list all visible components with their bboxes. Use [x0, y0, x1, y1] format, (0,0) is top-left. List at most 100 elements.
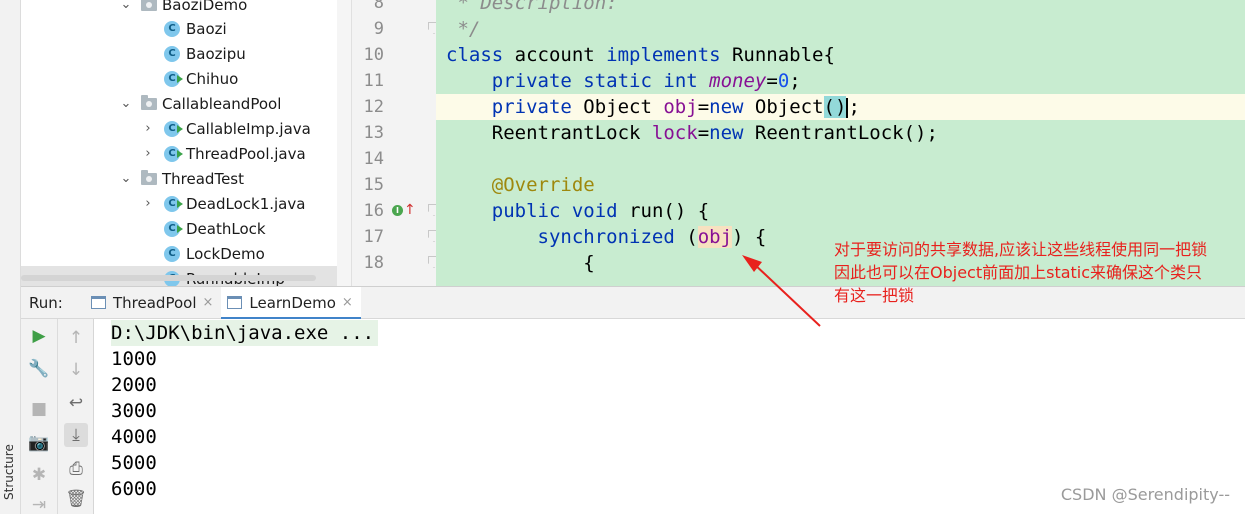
- run-tab-threadpool[interactable]: ThreadPool ×: [85, 287, 221, 319]
- line-number: 16: [363, 201, 384, 221]
- project-tree: ⌄ BaoziDemo C Baozi C Baozipu C Chihuo ⌄…: [21, 0, 351, 286]
- runnable-class-icon: C: [164, 70, 183, 87]
- line-number: 8: [373, 0, 384, 13]
- line-number: 15: [363, 175, 384, 195]
- annotation-line: 因此也可以在Object前面加上static来确保这个类只: [834, 263, 1203, 282]
- package-folder-icon: [141, 0, 157, 11]
- line-number: 18: [363, 253, 384, 273]
- line-number: 12: [363, 97, 384, 117]
- chevron-right-icon[interactable]: ›: [141, 146, 155, 161]
- chevron-down-icon[interactable]: ⌄: [119, 171, 133, 186]
- package-folder-icon: [141, 169, 157, 185]
- tree-item-label: ThreadTest: [162, 169, 244, 188]
- chevron-right-icon[interactable]: ›: [141, 196, 155, 211]
- matched-paren-highlight: (): [823, 96, 847, 118]
- code-line-11: private static int money=0;: [491, 70, 801, 92]
- tree-item-label: CallableImp.java: [186, 119, 311, 138]
- console-command-line: D:\JDK\bin\java.exe ...: [111, 320, 379, 346]
- tree-folder-callableandpool[interactable]: ⌄ CallableandPool: [21, 91, 351, 116]
- go-to-super-arrow-icon: ↑: [404, 202, 416, 218]
- close-icon[interactable]: ×: [202, 295, 213, 310]
- runnable-class-icon: C: [164, 145, 183, 162]
- watermark-text: CSDN @Serendipity--: [1060, 485, 1230, 504]
- tree-item-deathlock[interactable]: C DeathLock: [21, 216, 351, 241]
- annotation-line: 有这一把锁: [834, 286, 915, 305]
- chevron-right-icon[interactable]: ›: [141, 121, 155, 136]
- code-line-15: @Override: [491, 174, 595, 196]
- code-line-9: */: [446, 18, 481, 40]
- code-line-17: synchronized (obj) {: [537, 226, 767, 248]
- code-line-8: * Description:: [446, 0, 618, 14]
- annotation-note: 对于要访问的共享数据,应该让这些线程使用同一把锁 因此也可以在Object前面加…: [834, 238, 1244, 307]
- tree-item-threadpool[interactable]: › C ThreadPool.java: [21, 141, 351, 166]
- package-folder-icon: [141, 94, 157, 110]
- tree-item-deadlock1[interactable]: › C DeadLock1.java: [21, 191, 351, 216]
- tree-item-label: Baozi: [186, 19, 227, 38]
- structure-tool-tab[interactable]: Structure: [2, 444, 16, 500]
- run-tab-learndemo[interactable]: LearnDemo ×: [221, 286, 362, 320]
- console-output-line: 3000: [111, 400, 157, 422]
- tree-item-baozi[interactable]: C Baozi: [21, 16, 351, 41]
- implement-icon: I: [392, 204, 403, 216]
- tree-item-label: BaoziDemo: [162, 0, 248, 14]
- editor-gutter: 8 9 10 11 12 13 14 15 16 17 18 I ↑: [352, 0, 440, 286]
- runnable-class-icon: C: [164, 195, 183, 212]
- runnable-class-icon: C: [164, 120, 183, 137]
- rerun-icon[interactable]: ▶: [27, 324, 51, 348]
- camera-icon[interactable]: 📷: [27, 431, 51, 455]
- tree-item-label: DeadLock1.java: [186, 194, 306, 213]
- console-window-icon: [227, 296, 243, 309]
- console-output-line: 2000: [111, 374, 157, 396]
- tree-item-label: Chihuo: [186, 69, 239, 88]
- implements-method-marker[interactable]: I ↑: [392, 203, 416, 217]
- console-output-line: 4000: [111, 426, 157, 448]
- debug-icon[interactable]: ✱: [27, 463, 51, 487]
- chevron-down-icon[interactable]: ⌄: [119, 96, 133, 111]
- line-number: 10: [363, 45, 384, 65]
- console-output-line: 6000: [111, 478, 157, 500]
- console-output-line: 1000: [111, 348, 157, 370]
- line-number: 17: [363, 227, 384, 247]
- line-number: 11: [363, 71, 384, 91]
- code-line-18: {: [446, 252, 595, 274]
- stop-icon[interactable]: ■: [27, 397, 51, 421]
- line-number: 9: [373, 19, 384, 39]
- tree-folder-baozidemo[interactable]: ⌄ BaoziDemo: [21, 0, 351, 17]
- side-tool-strip: Structure: [0, 0, 21, 514]
- tree-item-label: Baozipu: [186, 44, 246, 63]
- arrow-down-icon[interactable]: ↓: [64, 358, 88, 382]
- tree-item-chihuo[interactable]: C Chihuo: [21, 66, 351, 91]
- console-window-icon: [91, 296, 106, 309]
- tree-item-label: DeathLock: [186, 219, 266, 238]
- tree-horizontal-scrollbar[interactable]: [21, 275, 316, 281]
- run-tab-label: ThreadPool: [113, 293, 197, 312]
- exit-icon[interactable]: ⇥: [27, 493, 51, 514]
- run-tab-label: LearnDemo: [249, 293, 336, 312]
- annotation-line: 对于要访问的共享数据,应该让这些线程使用同一把锁: [834, 240, 1208, 259]
- line-number: 14: [363, 149, 384, 169]
- tree-scrollbar-track[interactable]: [337, 0, 351, 286]
- tree-item-label: CallableandPool: [162, 94, 282, 113]
- console-output-line: 5000: [111, 452, 157, 474]
- scroll-to-end-icon[interactable]: ⤓: [64, 423, 88, 447]
- print-icon[interactable]: ⎙: [64, 457, 88, 481]
- run-panel-label: Run:: [29, 293, 63, 312]
- settings-wrench-icon[interactable]: 🔧: [27, 357, 51, 381]
- arrow-up-icon[interactable]: ↑: [64, 326, 88, 350]
- trash-icon[interactable]: 🗑: [64, 487, 88, 511]
- run-toolbar-secondary: ↑ ↓ ↩ ⤓ ⎙ 🗑: [58, 319, 94, 514]
- line-number: 13: [363, 123, 384, 143]
- chevron-down-icon[interactable]: ⌄: [119, 0, 133, 12]
- tree-item-baozipu[interactable]: C Baozipu: [21, 41, 351, 66]
- close-icon[interactable]: ×: [342, 295, 353, 310]
- tree-item-label: ThreadPool.java: [186, 144, 306, 163]
- runnable-class-icon: C: [164, 220, 183, 237]
- java-class-icon: C: [164, 245, 180, 262]
- tree-item-callableimp[interactable]: › C CallableImp.java: [21, 116, 351, 141]
- soft-wrap-icon[interactable]: ↩: [64, 391, 88, 415]
- java-class-icon: C: [164, 20, 180, 37]
- code-line-13: ReentrantLock lock=new ReentrantLock();: [491, 122, 938, 144]
- tree-folder-threadtest[interactable]: ⌄ ThreadTest: [21, 166, 351, 191]
- tree-item-lockdemo[interactable]: C LockDemo: [21, 241, 351, 266]
- run-toolbar-primary: ▶ 🔧 ■ 📷 ✱ ⇥: [21, 319, 58, 514]
